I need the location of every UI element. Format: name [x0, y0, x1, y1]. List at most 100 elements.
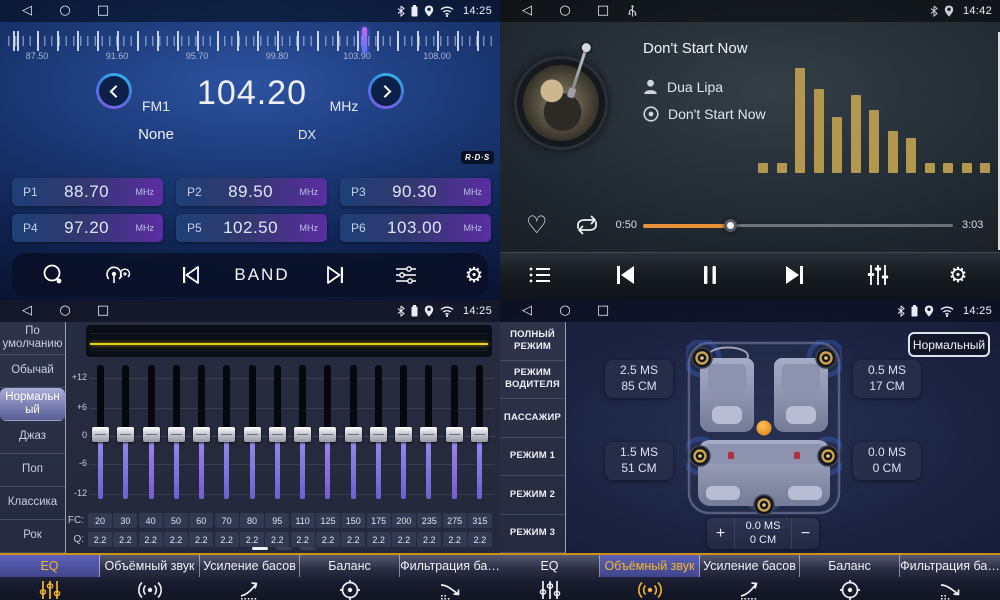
recents-icon[interactable]: □ — [584, 300, 622, 322]
listening-mode-item[interactable]: РЕЖИМ 1 — [500, 438, 565, 477]
band-slider[interactable] — [341, 363, 366, 505]
next-track-button[interactable] — [777, 253, 813, 297]
slider-thumb[interactable] — [446, 427, 463, 442]
band-slider[interactable] — [366, 363, 391, 505]
tab-balance[interactable] — [800, 577, 900, 600]
progress-bar[interactable] — [643, 224, 953, 227]
seek-next-button[interactable] — [318, 253, 354, 297]
listening-mode-item[interactable]: РЕЖИМ ВОДИТЕЛЯ — [500, 361, 565, 400]
tab-filter[interactable] — [900, 577, 1000, 600]
preset-button[interactable]: P3 90.30 MHz — [340, 178, 491, 206]
audio-settings-button[interactable] — [388, 253, 424, 297]
slider-thumb[interactable] — [294, 427, 311, 442]
q-value-chip[interactable]: 2.2 — [164, 532, 188, 547]
tab-balance[interactable]: Баланс — [300, 555, 400, 577]
slider-thumb[interactable] — [471, 427, 488, 442]
tab-balance[interactable]: Баланс — [800, 555, 900, 577]
fc-value-chip[interactable]: 40 — [139, 513, 163, 528]
preset-button[interactable]: P5 102.50 MHz — [176, 214, 327, 242]
repeat-icon[interactable] — [572, 214, 602, 236]
q-value-chip[interactable]: 2.2 — [88, 532, 112, 547]
band-slider[interactable] — [467, 363, 492, 505]
q-value-chip[interactable]: 2.2 — [392, 532, 416, 547]
decrease-delay-button[interactable]: − — [792, 518, 819, 549]
q-value-chip[interactable]: 2.2 — [291, 532, 315, 547]
fc-value-chip[interactable]: 60 — [189, 513, 213, 528]
q-value-chip[interactable]: 2.2 — [189, 532, 213, 547]
favorite-button[interactable]: ♡ — [526, 211, 548, 239]
listening-position-dot[interactable] — [757, 421, 772, 436]
band-slider[interactable] — [113, 363, 138, 505]
recents-icon[interactable]: □ — [84, 300, 122, 322]
fc-value-chip[interactable]: 125 — [316, 513, 340, 528]
preset-button[interactable]: P1 88.70 MHz — [12, 178, 163, 206]
preset-button[interactable]: P2 89.50 MHz — [176, 178, 327, 206]
eq-preset-item[interactable]: Джаз — [0, 421, 65, 454]
slider-thumb[interactable] — [168, 427, 185, 442]
fc-value-chip[interactable]: 150 — [341, 513, 365, 528]
settings-button[interactable]: ⚙ — [456, 253, 492, 297]
fc-value-chip[interactable]: 175 — [367, 513, 391, 528]
home-icon[interactable]: ○ — [546, 300, 584, 322]
tuner-scale-major-ticks[interactable] — [8, 31, 492, 51]
slider-thumb[interactable] — [143, 427, 160, 442]
band-slider[interactable] — [164, 363, 189, 505]
q-value-chip[interactable]: 2.2 — [316, 532, 340, 547]
fc-value-chip[interactable]: 50 — [164, 513, 188, 528]
tune-up-button[interactable] — [368, 73, 404, 109]
scan-button[interactable] — [36, 253, 70, 297]
tab-bass-boost[interactable]: Усиление басов — [200, 555, 300, 577]
band-slider[interactable] — [265, 363, 290, 505]
home-icon[interactable]: ○ — [46, 300, 84, 322]
back-icon[interactable]: ◁ — [8, 0, 46, 22]
slider-thumb[interactable] — [319, 427, 336, 442]
fc-value-chip[interactable]: 200 — [392, 513, 416, 528]
eq-preset-item[interactable]: По умолчанию — [0, 322, 65, 355]
band-slider[interactable] — [442, 363, 467, 505]
slider-thumb[interactable] — [218, 427, 235, 442]
tab-surround[interactable]: Объёмный звук — [100, 555, 200, 577]
back-icon[interactable]: ◁ — [508, 0, 546, 22]
tab-surround[interactable] — [600, 577, 700, 600]
tab-surround[interactable]: Объёмный звук — [600, 555, 700, 577]
previous-track-button[interactable] — [607, 253, 643, 297]
q-value-chip[interactable]: 2.2 — [215, 532, 239, 547]
tab-eq[interactable] — [0, 577, 100, 600]
broadcast-button[interactable] — [100, 253, 136, 297]
home-icon[interactable]: ○ — [546, 0, 584, 22]
increase-delay-button[interactable]: + — [707, 518, 734, 549]
profile-button[interactable]: Нормальный — [908, 332, 990, 357]
seek-previous-button[interactable] — [172, 253, 208, 297]
settings-button[interactable]: ⚙ — [940, 253, 976, 297]
recents-icon[interactable]: □ — [584, 0, 622, 22]
slider-thumb[interactable] — [269, 427, 286, 442]
fc-value-chip[interactable]: 20 — [88, 513, 112, 528]
fc-value-chip[interactable]: 235 — [417, 513, 441, 528]
rear-left-delay[interactable]: 1.5 MS 51 CM — [605, 442, 673, 480]
band-slider[interactable] — [88, 363, 113, 505]
back-icon[interactable]: ◁ — [8, 300, 46, 322]
band-slider[interactable] — [214, 363, 239, 505]
tab-bass-boost[interactable] — [700, 577, 800, 600]
eq-preset-item[interactable]: Рок — [0, 520, 65, 553]
q-value-chip[interactable]: 2.2 — [113, 532, 137, 547]
fc-value-chip[interactable]: 80 — [240, 513, 264, 528]
q-value-chip[interactable]: 2.2 — [240, 532, 264, 547]
fc-value-chip[interactable]: 275 — [443, 513, 467, 528]
q-value-chip[interactable]: 2.2 — [417, 532, 441, 547]
fc-value-chip[interactable]: 315 — [468, 513, 492, 528]
listening-mode-item[interactable]: РЕЖИМ 2 — [500, 476, 565, 515]
fc-value-chip[interactable]: 70 — [215, 513, 239, 528]
progress-thumb[interactable] — [724, 219, 737, 232]
tab-bass-boost[interactable] — [200, 577, 300, 600]
q-value-chip[interactable]: 2.2 — [443, 532, 467, 547]
pause-button[interactable] — [692, 253, 728, 297]
recents-icon[interactable]: □ — [84, 0, 122, 22]
listening-mode-item[interactable]: ПАССАЖИР — [500, 399, 565, 438]
q-value-chip[interactable]: 2.2 — [265, 532, 289, 547]
tab-filter[interactable] — [400, 577, 500, 600]
listening-mode-item[interactable]: РЕЖИМ 3 — [500, 515, 565, 554]
q-value-chip[interactable]: 2.2 — [468, 532, 492, 547]
tab-eq[interactable]: EQ — [0, 555, 100, 577]
slider-thumb[interactable] — [370, 427, 387, 442]
